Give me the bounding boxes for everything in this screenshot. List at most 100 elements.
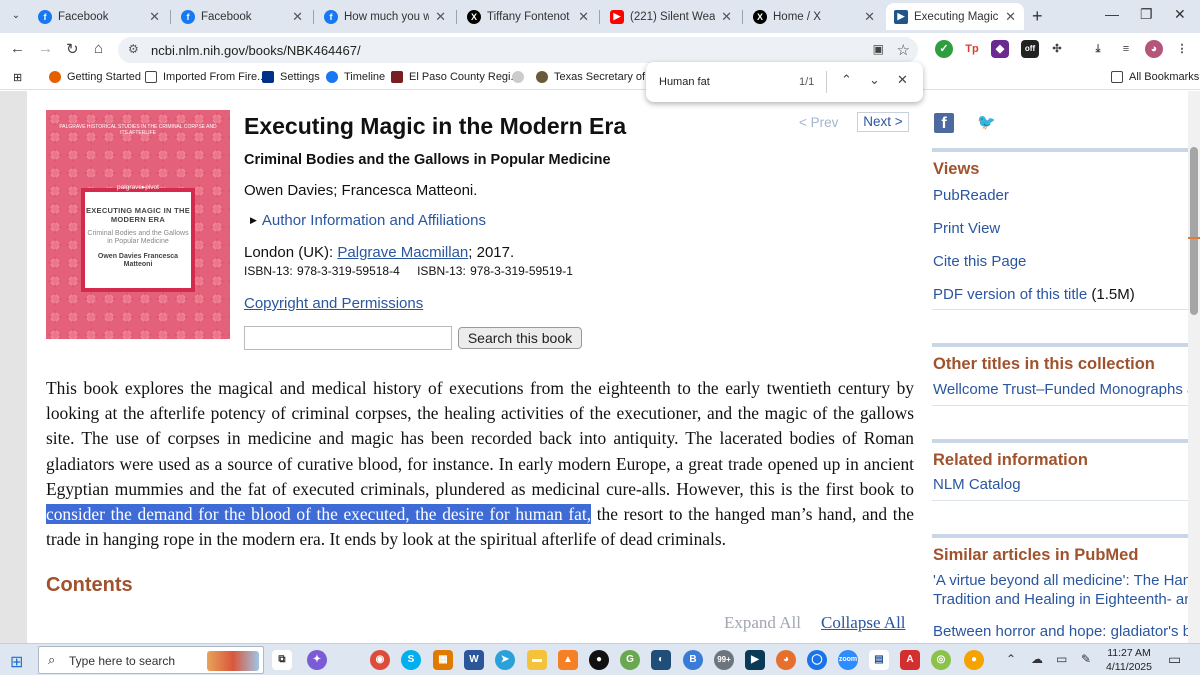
tab-facebook-2[interactable]: f Facebook ✕ [173,3,311,30]
bookmark-scales[interactable] [512,71,530,83]
word-icon[interactable]: W [464,650,484,670]
bookmark-imported-firefox[interactable]: Imported From Fire... [145,71,266,83]
bookmark-getting-started[interactable]: Getting Started [49,71,141,83]
off-extension-icon[interactable]: off [1021,40,1039,58]
tab-facebook-1[interactable]: f Facebook ✕ [30,3,168,30]
pubreader-link[interactable]: PubReader [933,187,1188,204]
tab-executing-magic[interactable]: ▶ Executing Magic in th ✕ [886,3,1024,30]
apps-grid-icon[interactable]: ⊞ [13,71,22,84]
collapse-all-link[interactable]: Collapse All [821,613,906,633]
record-icon[interactable]: ● [589,650,609,670]
tab-search-chevron-icon[interactable]: ⌄ [6,6,26,26]
app-icon-circle[interactable]: ◯ [807,650,827,670]
firefox-icon[interactable]: ◕ [776,650,796,670]
expand-all-link[interactable]: Expand All [724,613,801,633]
url-text[interactable]: ncbi.nlm.nih.gov/books/NBK464467/ [151,43,361,58]
find-previous-icon[interactable]: ⌃ [841,72,852,88]
app-icon-blue[interactable]: ◐ [651,650,671,670]
reload-icon[interactable]: ↻ [66,40,79,58]
scrollbar-thumb[interactable] [1190,147,1198,315]
copyright-link[interactable]: Copyright and Permissions [244,295,423,312]
acrobat-icon[interactable]: A [900,650,920,670]
app-icon-orange-circle[interactable]: ● [964,650,984,670]
bookmark-star-icon[interactable]: ☆ [897,41,910,59]
download-icon[interactable]: ⤓ [1089,40,1107,58]
telegram-icon[interactable]: ➤ [495,650,515,670]
close-tab-icon[interactable]: ✕ [149,9,160,25]
search-book-input[interactable] [244,326,452,350]
forward-arrow-icon[interactable]: → [38,40,53,57]
close-tab-icon[interactable]: ✕ [578,9,589,25]
find-next-icon[interactable]: ⌄ [869,72,880,88]
author-affiliations-toggle[interactable]: ▶ Author Information and Affiliations [250,212,486,229]
close-tab-icon[interactable]: ✕ [864,9,875,25]
publisher-link[interactable]: Palgrave Macmillan [337,244,468,261]
file-explorer-icon[interactable]: ▬ [527,650,547,670]
bookmark-timeline[interactable]: Timeline [326,71,385,83]
new-tab-button[interactable]: + [1032,6,1043,27]
extensions-puzzle-icon[interactable]: ✣ [1048,40,1066,58]
nlm-catalog-link[interactable]: NLM Catalog [933,476,1188,493]
notification-center-icon[interactable]: ▭ [1168,651,1181,668]
search-book-button[interactable]: Search this book [458,327,582,349]
check-extension-icon[interactable]: ✓ [935,40,953,58]
back-arrow-icon[interactable]: ← [10,40,25,57]
taskbar-search[interactable]: ⌕ Type here to search [38,646,264,674]
purple-extension-icon[interactable]: ◆ [991,40,1009,58]
notification-badge[interactable]: 99+ [714,650,734,670]
cloud-icon[interactable]: ☁ [1031,652,1043,666]
skype-icon[interactable]: S [401,650,421,670]
all-bookmarks[interactable]: All Bookmarks [1111,71,1199,83]
twitter-share-icon[interactable]: 🐦 [977,113,996,131]
page-scrollbar[interactable] [1188,91,1200,643]
print-view-link[interactable]: Print View [933,220,1188,237]
bookmark-settings[interactable]: Settings [262,71,320,83]
tab-x-tiffany[interactable]: X Tiffany Fontenot on ✕ [459,3,597,30]
tab-facebook-3[interactable]: f How much you wann ✕ [316,3,454,30]
system-clock[interactable]: 11:27 AM 4/11/2025 [1104,646,1154,674]
app-icon-green[interactable]: ◎ [931,650,951,670]
chrome-icon[interactable]: ◉ [370,650,390,670]
similar-article-link-1b[interactable]: Tradition and Healing in Eighteenth- an [933,591,1188,608]
home-icon[interactable]: ⌂ [94,40,103,57]
vlc-icon[interactable]: ▲ [558,650,578,670]
cite-page-link[interactable]: Cite this Page [933,253,1188,270]
site-settings-icon[interactable]: ⚙ [128,42,139,56]
tray-app-icon[interactable]: ▭ [1056,652,1067,666]
close-find-icon[interactable]: ✕ [897,72,908,88]
app-icon-grid[interactable]: ▤ [869,650,889,670]
menu-kebab-icon[interactable]: ⋮ [1173,40,1191,58]
similar-article-link-1[interactable]: 'A virtue beyond all medicine': The Han [933,572,1188,589]
copilot-icon[interactable]: ✦ [307,650,327,670]
similar-article-link-2[interactable]: Between horror and hope: gladiator's b [933,623,1188,640]
next-button[interactable]: Next > [857,112,909,132]
close-tab-icon[interactable]: ✕ [721,9,732,25]
task-view-icon[interactable]: ⧉ [272,650,292,670]
app-icon-orange[interactable]: ▦ [433,650,453,670]
address-bar[interactable]: ⚙ ncbi.nlm.nih.gov/books/NBK464467/ ▣ ☆ [118,37,918,63]
tp-extension-icon[interactable]: Tp [963,40,981,58]
bookmark-el-paso-county[interactable]: El Paso County Regi... [391,71,520,83]
app-icon-dark[interactable]: ▶ [745,650,765,670]
prev-link[interactable]: < Prev [799,115,838,130]
tray-chevron-icon[interactable]: ⌃ [1006,652,1016,666]
profile-avatar[interactable]: ◕ [1145,40,1163,58]
close-tab-icon[interactable]: ✕ [292,9,303,25]
reading-mode-icon[interactable]: ▣ [873,42,884,56]
zoom-icon[interactable]: zoom [838,650,858,670]
facebook-share-icon[interactable]: f [934,113,954,133]
tab-x-home[interactable]: X Home / X ✕ [745,3,883,30]
pen-icon[interactable]: ✎ [1081,652,1091,666]
minimize-icon[interactable]: — [1105,6,1119,22]
windows-start-icon[interactable]: ⊞ [10,652,23,672]
close-tab-icon[interactable]: ✕ [1005,9,1016,25]
close-window-icon[interactable]: ✕ [1174,6,1186,23]
tab-youtube[interactable]: ▶ (221) Silent Weapon ✕ [602,3,740,30]
media-control-icon[interactable]: ≡ [1117,40,1135,58]
wellcome-monographs-link[interactable]: Wellcome Trust–Funded Monographs a [933,381,1188,398]
app-icon-b[interactable]: B [683,650,703,670]
close-tab-icon[interactable]: ✕ [435,9,446,25]
pdf-version-link[interactable]: PDF version of this title (1.5M) [933,286,1188,303]
book-cover[interactable]: PALGRAVE HISTORICAL STUDIES IN THE CRIMI… [46,110,230,339]
find-input[interactable]: Human fat [659,76,710,88]
